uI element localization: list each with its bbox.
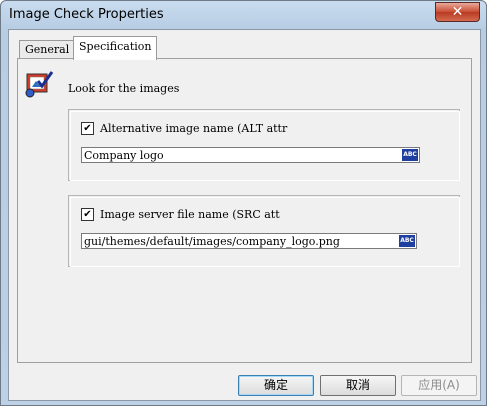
cancel-button[interactable]: 取消 (320, 375, 396, 396)
close-icon: ✕ (451, 4, 464, 20)
check-icon: ✔ (83, 208, 92, 220)
dialog-body: General Specification Look for the image… (8, 29, 481, 401)
tab-specification-label: Specification (79, 40, 152, 53)
alt-text-field[interactable]: Company logo ABC (81, 147, 420, 163)
alt-checkbox[interactable]: ✔ (81, 122, 94, 135)
tab-general-label: General (25, 43, 70, 56)
src-text-field[interactable]: gui/themes/default/images/company_logo.p… (81, 233, 417, 249)
alt-checkbox-label: Alternative image name (ALT attr (100, 122, 288, 135)
apply-button[interactable]: 应用(A) (401, 375, 477, 396)
specification-panel: Look for the images ✔ Alternative image … (17, 58, 472, 363)
alt-checkbox-row[interactable]: ✔ Alternative image name (ALT attr (81, 122, 287, 135)
abc-button[interactable]: ABC (399, 235, 415, 247)
tab-specification[interactable]: Specification (73, 36, 158, 60)
image-check-icon (25, 71, 54, 98)
src-checkbox-row[interactable]: ✔ Image server file name (SRC att (81, 208, 280, 221)
close-button[interactable]: ✕ (435, 2, 480, 22)
title-bar[interactable]: Image Check Properties ✕ (1, 1, 486, 29)
src-checkbox-label: Image server file name (SRC att (100, 208, 280, 221)
src-checkbox[interactable]: ✔ (81, 208, 94, 221)
alt-attribute-group: ✔ Alternative image name (ALT attr Compa… (68, 109, 460, 181)
look-for-images-label: Look for the images (68, 82, 180, 95)
window-title: Image Check Properties (9, 7, 164, 22)
tab-general[interactable]: General (19, 40, 76, 59)
properties-window: Image Check Properties ✕ General Specifi… (0, 0, 487, 406)
button-bar: 确定 取消 应用(A) (9, 367, 480, 400)
check-icon: ✔ (83, 122, 92, 134)
src-text-value: gui/themes/default/images/company_logo.p… (84, 235, 340, 248)
abc-button[interactable]: ABC (402, 149, 418, 161)
alt-text-value: Company logo (84, 149, 164, 162)
src-attribute-group: ✔ Image server file name (SRC att gui/th… (68, 195, 460, 267)
ok-button[interactable]: 确定 (238, 375, 314, 396)
